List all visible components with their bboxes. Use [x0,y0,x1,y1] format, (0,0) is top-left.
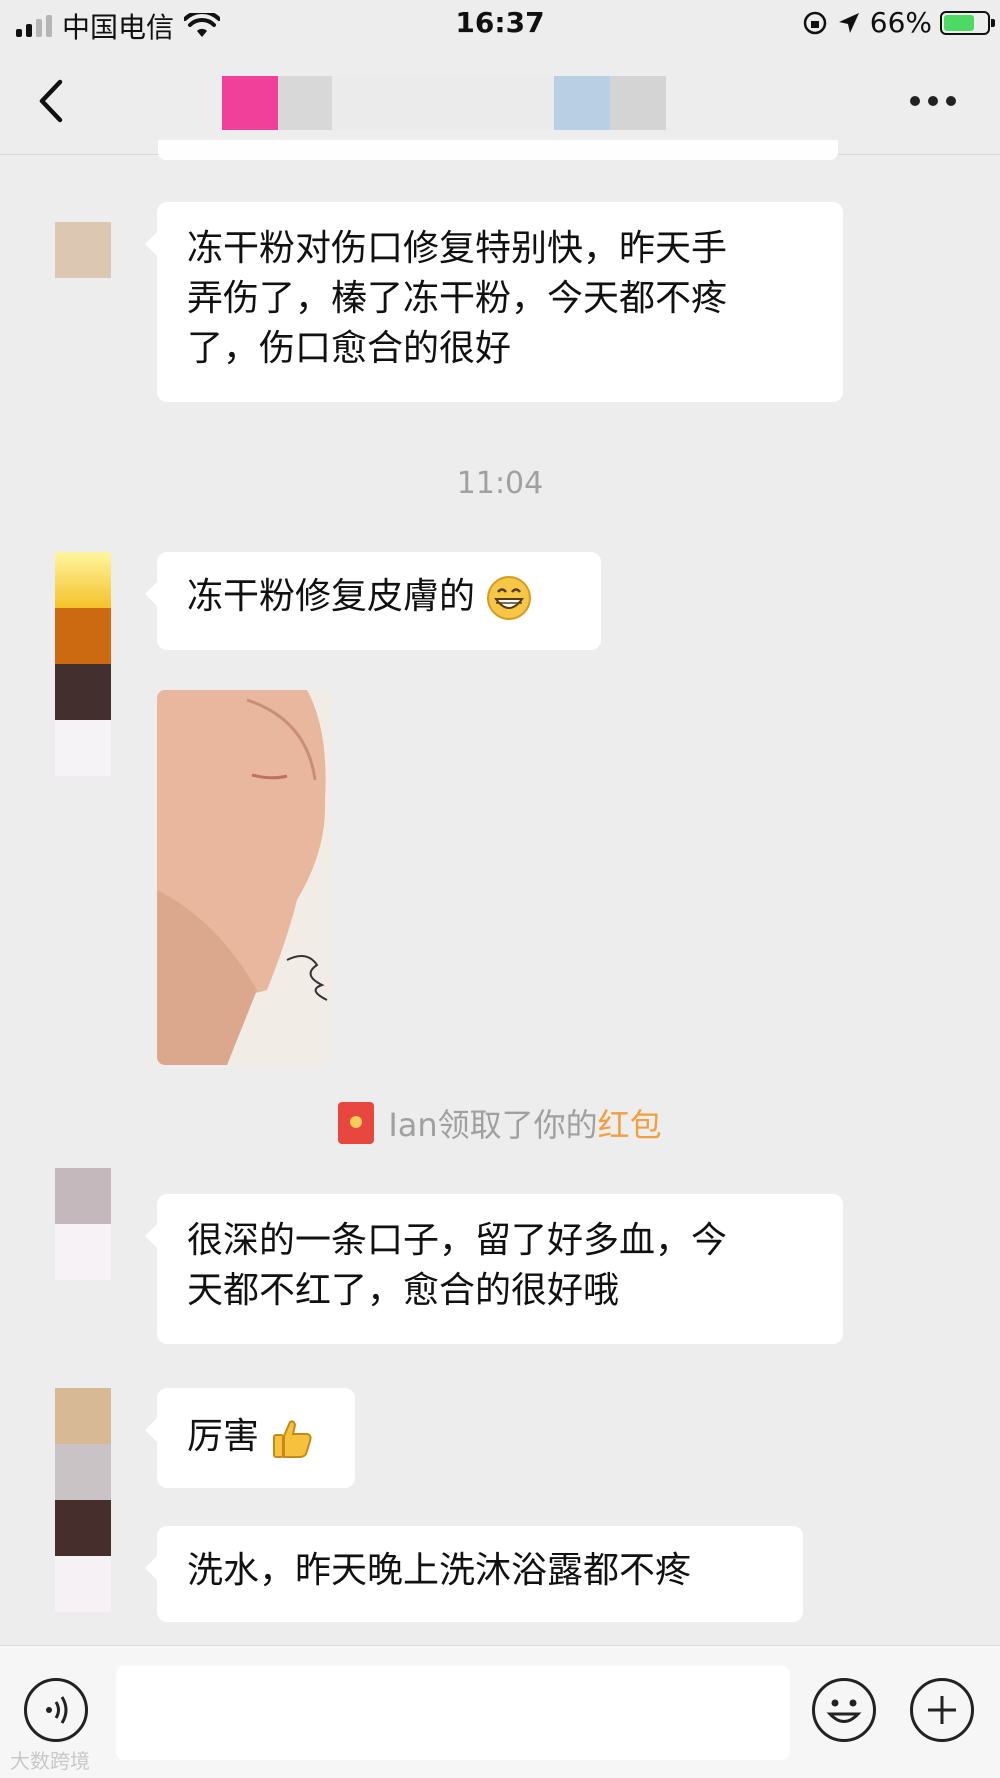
partial-message-bubble [158,140,838,160]
more-options-button[interactable] [910,88,960,114]
message-text: 洗水，昨天晚上洗沐浴露都不疼 [187,1550,692,1591]
avatar[interactable] [55,552,111,776]
time-separator: 11:04 [456,466,544,501]
message-bubble[interactable]: 冻干粉对伤口修复特别快，昨天手 弄伤了，榛了冻干粉，今天都不疼 了，伤口愈合的很… [145,202,843,402]
redaction-block [332,76,554,130]
photo-message[interactable] [157,690,331,1065]
message-line: 冻干粉对伤口修复特别快，昨天手 [187,228,728,269]
redaction-block [610,76,666,130]
message-text: 厉害 [187,1416,260,1457]
avatar[interactable] [55,1388,111,1612]
red-packet-icon [338,1102,375,1144]
chat-title-redacted [222,76,812,130]
thumbs-up-emoji-icon [273,1420,313,1458]
grin-emoji-icon [487,576,532,620]
red-packet-link[interactable]: 红包 [598,1106,662,1144]
emoji-icon [826,1699,862,1723]
battery-icon [940,10,995,35]
orientation-lock-icon [803,11,827,34]
message-text: 冻干粉修复皮膚的 [187,576,476,617]
input-bar [0,1645,1000,1778]
location-arrow-icon [838,12,859,33]
redaction-block [554,76,610,130]
avatar[interactable] [55,1168,111,1280]
plus-icon [928,1696,956,1724]
back-icon[interactable] [30,76,74,126]
message-bubble[interactable]: 很深的一条口子，留了好多血，今 天都不红了，愈合的很好哦 [145,1194,843,1344]
message-input[interactable] [116,1666,790,1760]
redaction-block [278,76,332,130]
hand-photo [157,690,331,1065]
battery-percent: 66% [869,6,932,39]
message-line: 天都不红了，愈合的很好哦 [187,1270,620,1311]
status-right: 66% [802,6,995,39]
status-bar: 中国电信 16:37 66% [0,0,1000,50]
message-line: 了，伤口愈合的很好 [187,328,512,369]
avatar[interactable] [55,222,111,278]
red-packet-notice: Ian领取了你的红包 [0,1100,1000,1146]
voice-icon [46,1696,68,1724]
watermark: 大数跨境 [10,1749,90,1773]
emoji-button[interactable] [812,1678,876,1742]
message-bubble[interactable]: 厉害 [145,1388,355,1488]
message-bubble[interactable]: 冻干粉修复皮膚的 [145,552,601,650]
message-line: 弄伤了，榛了冻干粉，今天都不疼 [187,278,728,319]
voice-button[interactable] [24,1678,88,1742]
message-bubble[interactable]: 洗水，昨天晚上洗沐浴露都不疼 [145,1526,803,1622]
plus-button[interactable] [910,1678,974,1742]
red-packet-text: Ian领取了你的 [388,1106,598,1144]
redaction-block [222,76,278,130]
message-line: 很深的一条口子，留了好多血，今 [187,1220,728,1261]
